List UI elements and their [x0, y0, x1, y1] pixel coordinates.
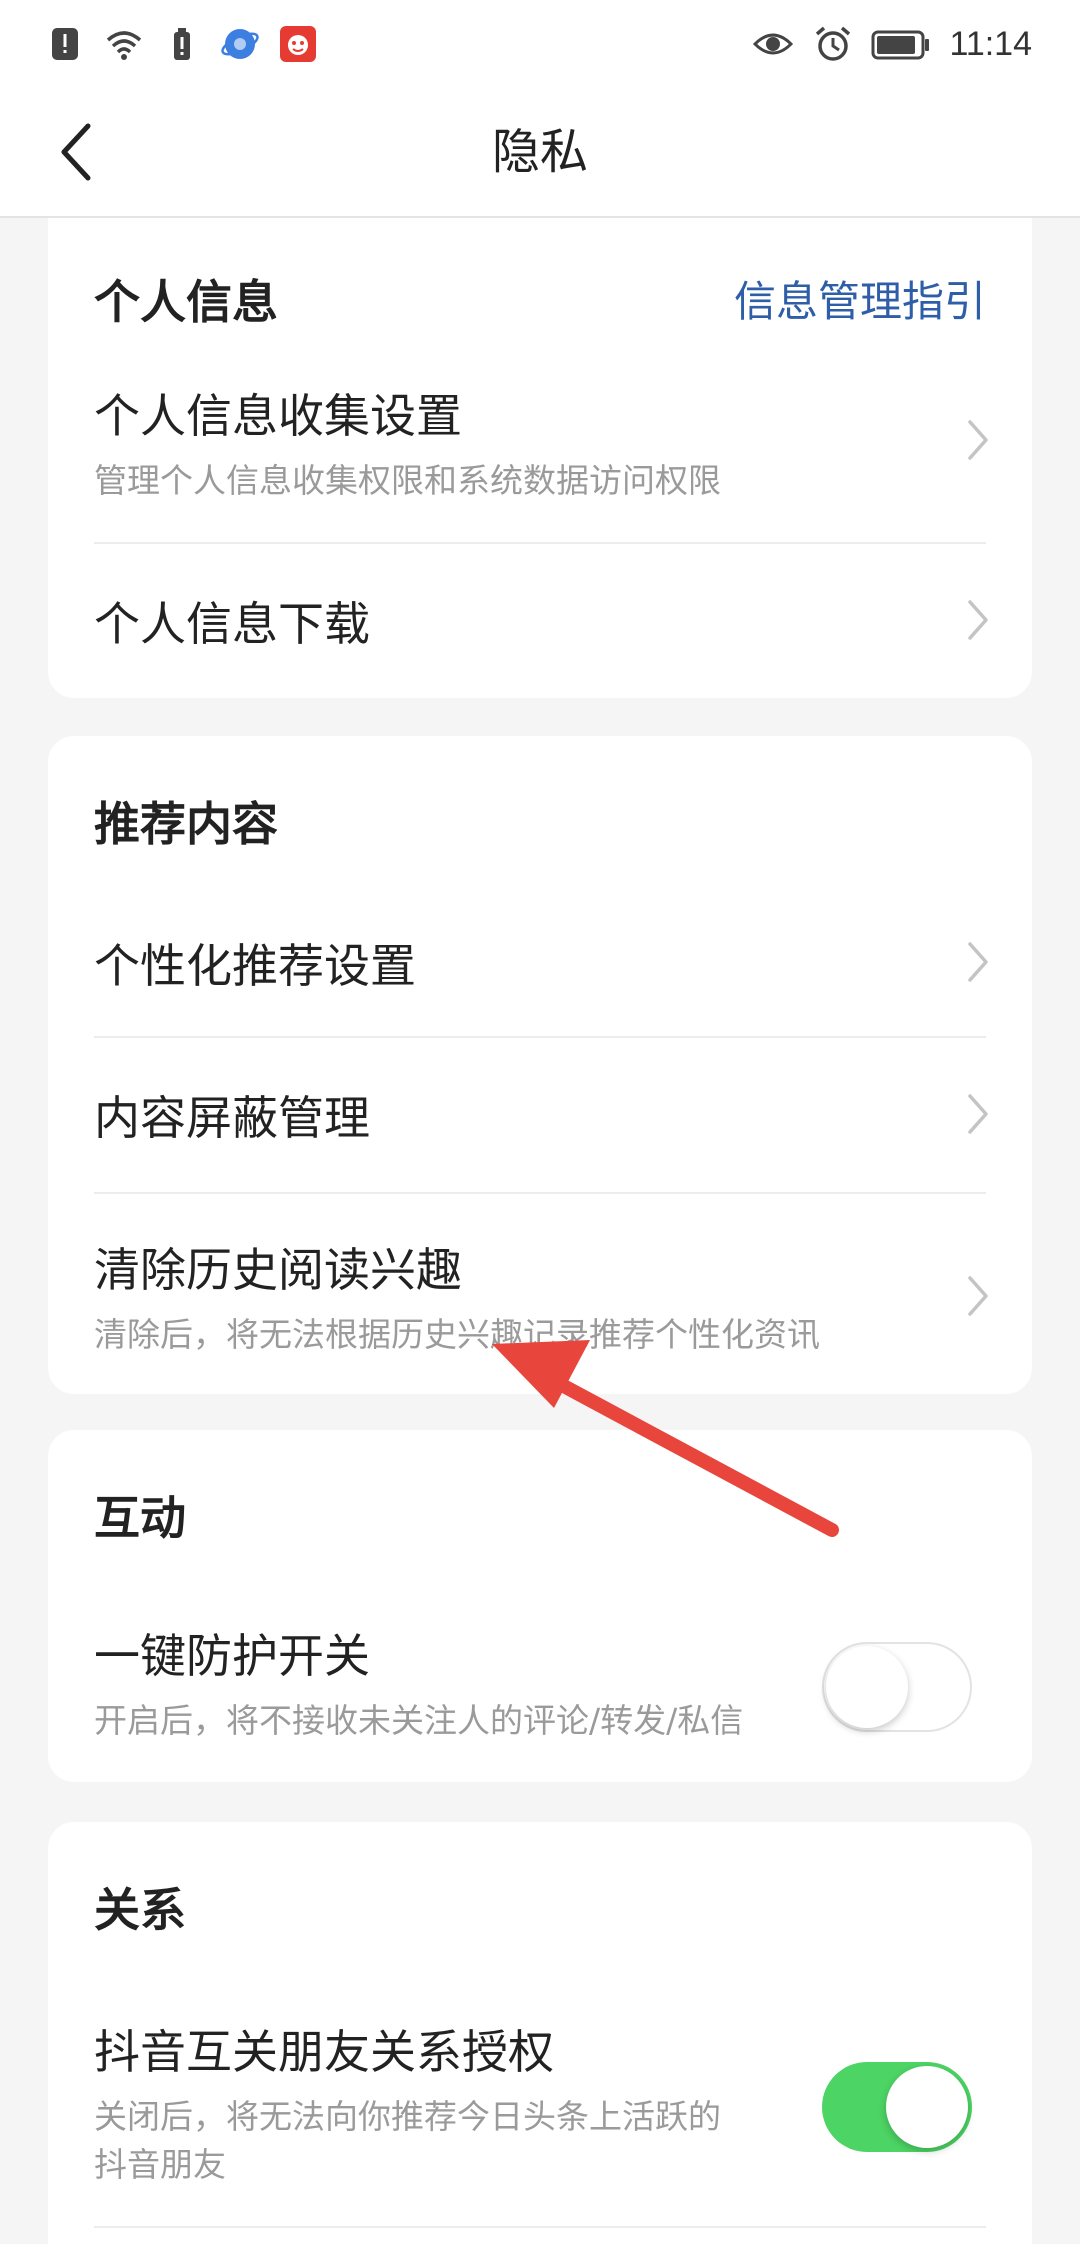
- chevron-right-icon: [968, 600, 988, 640]
- row-content-block-management[interactable]: 内容屏蔽管理: [48, 1038, 1032, 1192]
- battery-saver-icon: [174, 28, 190, 60]
- row-title: 个人信息下载: [94, 597, 370, 651]
- alert-icon: [52, 28, 78, 60]
- recommend-content-card: 推荐内容 个性化推荐设置 内容屏蔽管理 清除历史阅读兴趣 清除后，将无法根据历史…: [48, 736, 1032, 1394]
- status-bar: 11:14: [0, 0, 1080, 88]
- alarm-icon: [816, 26, 851, 61]
- row-personal-info-collection[interactable]: 个人信息收集设置 管理个人信息收集权限和系统数据访问权限: [48, 358, 1032, 538]
- row-one-key-protection: 一键防护开关 开启后，将不接收未关注人的评论/转发/私信: [48, 1580, 1032, 1780]
- nav-bar: 隐私: [0, 88, 1080, 218]
- eye-icon: [753, 33, 794, 55]
- row-title: 清除历史阅读兴趣: [94, 1243, 462, 1297]
- toggle-knob: [886, 2066, 968, 2148]
- row-title: 内容屏蔽管理: [94, 1091, 370, 1145]
- news-app-icon: [280, 26, 316, 62]
- relation-card: 关系 抖音互关朋友关系授权 关闭后，将无法向你推荐今日头条上活跃的 抖音朋友: [48, 1822, 1032, 2244]
- row-clear-reading-interest[interactable]: 清除历史阅读兴趣 清除后，将无法根据历史兴趣记录推荐个性化资讯: [48, 1194, 1032, 1394]
- personal-info-card: 个人信息 信息管理指引 个人信息收集设置 管理个人信息收集权限和系统数据访问权限…: [48, 218, 1032, 698]
- page-title: 隐私: [491, 124, 588, 180]
- row-personal-info-download[interactable]: 个人信息下载: [48, 544, 1032, 698]
- row-personalized-recommend[interactable]: 个性化推荐设置: [48, 886, 1032, 1036]
- toggle-knob: [826, 1646, 908, 1728]
- row-subtitle-line2: 抖音朋友: [94, 2145, 226, 2184]
- section-title-interaction: 互动: [94, 1491, 186, 1545]
- divider: [94, 2226, 986, 2228]
- status-time: 11:14: [949, 24, 1032, 63]
- info-management-guide-link[interactable]: 信息管理指引: [734, 268, 986, 329]
- douyin-friend-auth-toggle[interactable]: [822, 2062, 972, 2152]
- section-title-recommend: 推荐内容: [94, 797, 278, 851]
- row-title: 一键防护开关: [94, 1629, 370, 1683]
- one-key-protection-toggle[interactable]: [822, 1642, 972, 1732]
- settings-list[interactable]: 个人信息 信息管理指引 个人信息收集设置 管理个人信息收集权限和系统数据访问权限…: [0, 218, 1080, 2244]
- chevron-right-icon: [968, 1276, 988, 1316]
- browser-app-icon: [221, 29, 259, 59]
- row-douyin-friend-auth: 抖音互关朋友关系授权 关闭后，将无法向你推荐今日头条上活跃的 抖音朋友: [48, 1972, 1032, 2222]
- status-right-icons: 11:14: [751, 22, 1032, 66]
- battery-icon: [871, 30, 930, 60]
- chevron-right-icon: [968, 942, 988, 982]
- row-subtitle: 开启后，将不接收未关注人的评论/转发/私信: [94, 1701, 744, 1740]
- row-title: 个人信息收集设置: [94, 389, 462, 443]
- row-subtitle: 清除后，将无法根据历史兴趣记录推荐个性化资讯: [94, 1315, 820, 1354]
- section-title-relation: 关系: [94, 1883, 186, 1937]
- row-subtitle-line1: 关闭后，将无法向你推荐今日头条上活跃的: [94, 2097, 721, 2136]
- section-title-personal-info: 个人信息: [94, 275, 278, 329]
- chevron-right-icon: [968, 1094, 988, 1134]
- row-title: 抖音互关朋友关系授权: [94, 2025, 554, 2079]
- chevron-right-icon: [968, 420, 988, 460]
- row-title: 个性化推荐设置: [94, 939, 416, 993]
- wifi-icon: [106, 31, 142, 60]
- row-subtitle: 管理个人信息收集权限和系统数据访问权限: [94, 461, 721, 500]
- interaction-card: 互动 一键防护开关 开启后，将不接收未关注人的评论/转发/私信: [48, 1430, 1032, 1782]
- status-left-icons: [46, 22, 318, 66]
